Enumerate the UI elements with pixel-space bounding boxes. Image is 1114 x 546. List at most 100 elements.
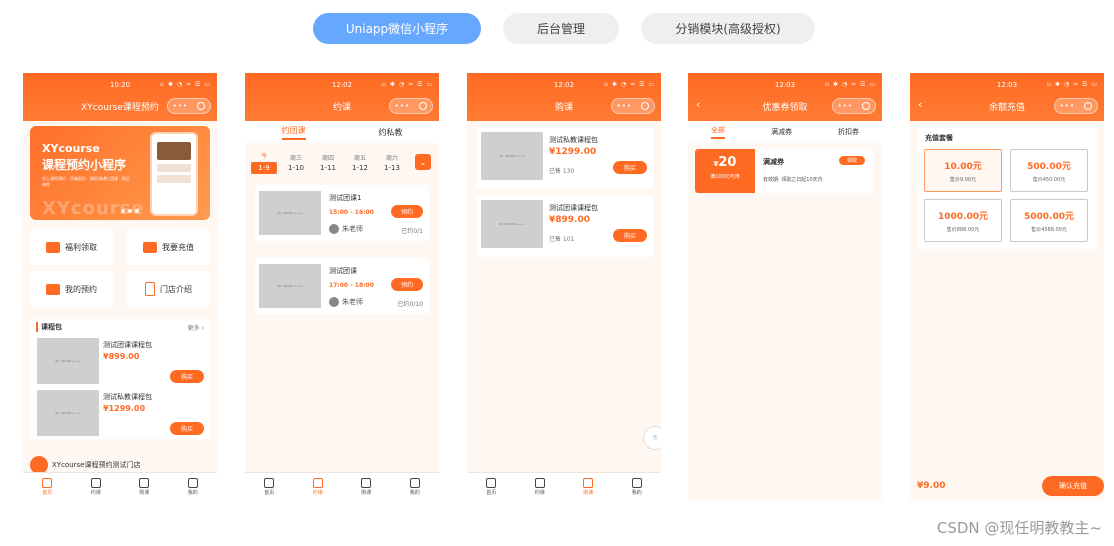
tab-admin[interactable]: 后台管理: [503, 13, 619, 44]
calendar-dropdown-icon[interactable]: ⌄: [415, 154, 431, 170]
date-item[interactable]: 周六 1-13: [379, 153, 405, 172]
class-card[interactable]: 课程 · 课程封面图 300×180 测试团课1 15:00 - 16:00 朱…: [255, 185, 429, 241]
wallet-icon: [143, 241, 157, 253]
course-thumbnail: 课程 · 课程封面图 300×180: [481, 200, 543, 248]
booked-count: 已约0/1: [401, 228, 423, 235]
quick-label: 我要充值: [162, 242, 194, 252]
coupon-value: ¥20 满100元可用: [695, 149, 755, 193]
tab-distribution[interactable]: 分销模块(高级授权): [641, 13, 815, 44]
book-button[interactable]: 预约: [391, 278, 423, 291]
nav-buy[interactable]: 购课: [120, 473, 169, 500]
section-title: 充值套餐: [925, 134, 953, 142]
list-item[interactable]: 课程 · 课程封面图 300×180 测试私教课程包 ¥1299.00 购买: [30, 387, 210, 439]
mini-program-capsule[interactable]: •••: [832, 98, 876, 114]
header: 12:02 ▫ ✱ ◔ ≈ ☰ ▭ 购课 •••: [467, 73, 661, 121]
nav-buy[interactable]: 购课: [342, 473, 391, 500]
phone-coupons: 12:03 ▫ ✱ ◔ ≈ ☰ ▭ ‹ 优惠券领取 ••• 全部 满减券 折扣券…: [688, 73, 882, 500]
tab-discount[interactable]: 折扣券: [838, 127, 859, 137]
package-option[interactable]: 5000.00元 售价4588.00元: [1010, 199, 1088, 242]
close-circle-icon: [419, 102, 428, 110]
package-option[interactable]: 1000.00元 售价888.00元: [924, 199, 1002, 242]
buy-button[interactable]: 购买: [170, 370, 204, 383]
nav-mine[interactable]: 我的: [169, 473, 218, 500]
nav-book[interactable]: 约课: [516, 473, 565, 500]
close-circle-icon: [197, 102, 206, 110]
banner-line1: XYcourse: [42, 142, 100, 155]
banner-line2: 课程预约小程序: [42, 158, 127, 172]
close-circle-icon: [1084, 102, 1093, 110]
store-name: XYcourse课程预约测试门店: [52, 461, 141, 469]
nav-home[interactable]: 首页: [23, 473, 72, 500]
mini-program-capsule[interactable]: •••: [389, 98, 433, 114]
date-item[interactable]: 周三 1-10: [283, 153, 309, 172]
banner-dots: [121, 209, 139, 213]
course-name: 测试私教课程包: [103, 393, 152, 401]
teacher: 朱老师: [329, 297, 363, 307]
booked-count: 已约0/10: [397, 301, 423, 308]
tab-all[interactable]: 全部: [711, 125, 725, 139]
quick-store-intro[interactable]: 门店介绍: [127, 271, 210, 307]
more-icon: •••: [1059, 102, 1076, 110]
header: 12:02 ▫ ✱ ◔ ≈ ☰ ▭ 约课 •••: [245, 73, 439, 121]
banner[interactable]: XYcourse 课程预约小程序 线上课程预约 · 开箱即用 · 课程(私教) …: [30, 126, 210, 220]
nav-book[interactable]: 约课: [72, 473, 121, 500]
class-name: 测试团课: [329, 267, 357, 275]
nav-buy[interactable]: 购课: [564, 473, 613, 500]
total-amount: ¥9.00: [917, 481, 946, 491]
tab-group-class[interactable]: 约团课: [281, 125, 306, 140]
tab-uniapp[interactable]: Uniapp微信小程序: [313, 13, 481, 44]
claim-button[interactable]: 领取: [839, 156, 865, 165]
coupon-card[interactable]: ¥20 满100元可用 满减券 有效期: 领取之日起10天内 领取: [695, 149, 873, 193]
coupon-name: 满减券: [763, 158, 784, 166]
quick-welfare[interactable]: 福利领取: [30, 229, 113, 265]
quick-label: 门店介绍: [160, 284, 192, 294]
teacher: 朱老师: [329, 224, 363, 234]
calendar-check-icon: [361, 477, 372, 488]
home-icon: [486, 477, 497, 488]
mini-program-capsule[interactable]: •••: [167, 98, 211, 114]
nav-book[interactable]: 约课: [294, 473, 343, 500]
tab-full-reduction[interactable]: 满减券: [771, 127, 792, 137]
more-link[interactable]: 更多 ›: [188, 323, 204, 332]
buy-button[interactable]: 购买: [613, 161, 647, 174]
store-row[interactable]: XYcourse课程预约测试门店: [30, 456, 210, 474]
nav-mine[interactable]: 我的: [613, 473, 662, 500]
top-tabs: Uniapp微信小程序 后台管理 分销模块(高级授权): [313, 13, 815, 44]
tab-private-class[interactable]: 约私教: [379, 127, 403, 138]
date-item[interactable]: 周四 1-11: [315, 153, 341, 172]
buy-button[interactable]: 购买: [613, 229, 647, 242]
float-share-icon[interactable]: ⌾: [643, 426, 661, 450]
package-option[interactable]: 10.00元 售价9.00元: [924, 149, 1002, 192]
mini-program-capsule[interactable]: •••: [1054, 98, 1098, 114]
list-item[interactable]: 课程 · 课程封面图 300×180 测试私教课程包 ¥1299.00 已售 1…: [477, 127, 653, 189]
course-thumbnail: 课程 · 课程封面图 300×180: [481, 132, 543, 180]
date-item[interactable]: 周五 1-12: [347, 153, 373, 172]
coupon-validity: 有效期: 领取之日起10天内: [763, 177, 823, 183]
date-selector: 今 1-9 周三 1-10 周四 1-11 周五 1-12 周六 1-13 ⌄: [245, 145, 439, 179]
avatar: [329, 224, 339, 234]
confirm-recharge-button[interactable]: 确认充值: [1042, 476, 1104, 496]
quick-recharge[interactable]: 我要充值: [127, 229, 210, 265]
recharge-panel: 充值套餐 10.00元 售价9.00元 500.00元 售价450.00元 1000…: [917, 125, 1097, 249]
nav-mine[interactable]: 我的: [391, 473, 440, 500]
nav-home[interactable]: 首页: [245, 473, 294, 500]
home-icon: [42, 477, 53, 488]
class-time: 15:00 - 16:00: [329, 209, 374, 216]
book-button[interactable]: 预约: [391, 205, 423, 218]
calendar-check-icon: [139, 477, 150, 488]
sold-count: 已售 101: [549, 236, 575, 243]
door-icon: [145, 282, 155, 296]
quick-my-booking[interactable]: 我的预约: [30, 271, 113, 307]
booking-tabs: 约团课 约私教: [245, 121, 439, 143]
mini-program-capsule[interactable]: •••: [611, 98, 655, 114]
nav-home[interactable]: 首页: [467, 473, 516, 500]
buy-button[interactable]: 购买: [170, 422, 204, 435]
date-item[interactable]: 今 1-9: [251, 151, 277, 174]
class-card[interactable]: 课程 · 课程封面图 300×180 测试团课 17:00 - 18:00 朱老…: [255, 258, 429, 314]
course-package-section: 课程包 更多 › 课程 · 课程封面图 300×180 测试团课课程包 ¥899…: [30, 319, 210, 439]
list-item[interactable]: 课程 · 课程封面图 300×180 测试团课课程包 ¥899.00 已售 10…: [477, 195, 653, 257]
course-price: ¥899.00: [549, 215, 590, 225]
user-icon: [631, 477, 642, 488]
package-option[interactable]: 500.00元 售价450.00元: [1010, 149, 1088, 192]
list-item[interactable]: 课程 · 课程封面图 300×180 测试团课课程包 ¥899.00 购买: [30, 335, 210, 387]
